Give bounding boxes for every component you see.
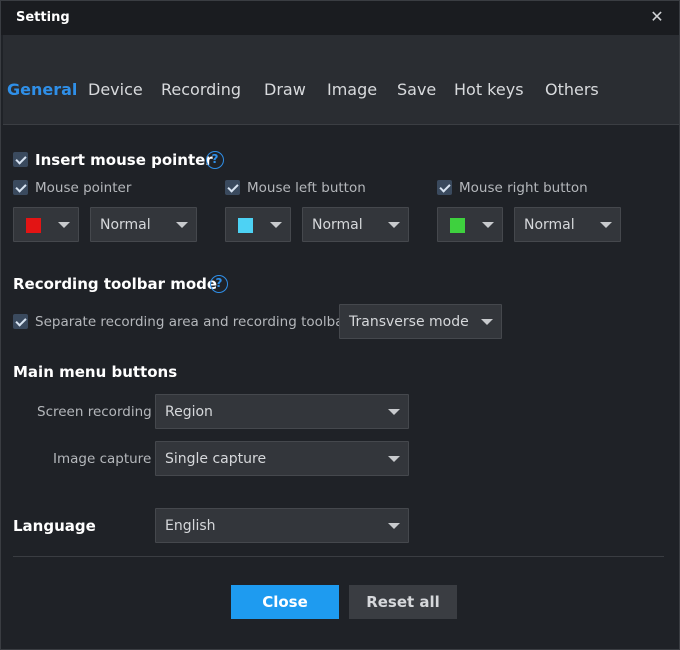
mouse-pointer-mode-dropdown[interactable]: Normal	[90, 207, 197, 242]
chevron-down-icon	[270, 222, 282, 228]
tab-save[interactable]: Save	[397, 80, 436, 99]
tab-general[interactable]: General	[7, 80, 77, 99]
chevron-down-icon	[388, 409, 400, 415]
mouse-left-color-swatch	[238, 218, 253, 233]
tab-others[interactable]: Others	[545, 80, 599, 99]
tab-image[interactable]: Image	[327, 80, 377, 99]
divider	[13, 556, 664, 557]
image-capture-label: Image capture	[53, 451, 152, 467]
recording-toolbar-mode-title: Recording toolbar mode	[13, 275, 218, 293]
mouse-pointer-color-swatch	[26, 218, 41, 233]
tab-draw[interactable]: Draw	[264, 80, 306, 99]
screen-recording-dropdown[interactable]: Region	[155, 394, 409, 429]
chevron-down-icon	[388, 523, 400, 529]
close-icon[interactable]: ✕	[647, 7, 667, 27]
language-value: English	[165, 518, 216, 534]
mouse-right-button-label: Mouse right button	[459, 180, 588, 196]
mouse-pointer-label: Mouse pointer	[35, 180, 132, 196]
insert-mouse-pointer-checkbox[interactable]	[13, 152, 28, 167]
recording-toolbar-help-icon[interactable]: ?	[210, 275, 228, 293]
mouse-pointer-color-dropdown[interactable]	[13, 207, 79, 242]
mouse-left-button-checkbox[interactable]	[225, 180, 240, 195]
mouse-right-mode-dropdown[interactable]: Normal	[514, 207, 621, 242]
reset-all-button[interactable]: Reset all	[349, 585, 457, 619]
toolbar-mode-value: Transverse mode	[349, 314, 469, 330]
close-button[interactable]: Close	[231, 585, 339, 619]
image-capture-dropdown[interactable]: Single capture	[155, 441, 409, 476]
chevron-down-icon	[388, 222, 400, 228]
mouse-right-color-dropdown[interactable]	[437, 207, 503, 242]
tab-bar: General Device Recording Draw Image Save…	[3, 35, 679, 125]
chevron-down-icon	[482, 222, 494, 228]
mouse-pointer-checkbox[interactable]	[13, 180, 28, 195]
settings-window: Setting ✕ General Device Recording Draw …	[0, 0, 680, 650]
chevron-down-icon	[388, 456, 400, 462]
mouse-left-mode-dropdown[interactable]: Normal	[302, 207, 409, 242]
insert-mouse-pointer-title: Insert mouse pointer	[35, 151, 213, 169]
mouse-right-mode-value: Normal	[524, 217, 575, 233]
window-title: Setting	[16, 10, 70, 25]
main-menu-buttons-title: Main menu buttons	[13, 363, 178, 381]
title-bar: Setting ✕	[1, 1, 679, 35]
chevron-down-icon	[600, 222, 612, 228]
image-capture-value: Single capture	[165, 451, 267, 467]
tab-recording[interactable]: Recording	[161, 80, 241, 99]
screen-recording-value: Region	[165, 404, 213, 420]
tab-device[interactable]: Device	[88, 80, 143, 99]
separate-recording-checkbox[interactable]	[13, 314, 28, 329]
tab-hot-keys[interactable]: Hot keys	[454, 80, 524, 99]
mouse-right-button-checkbox[interactable]	[437, 180, 452, 195]
separate-recording-label: Separate recording area and recording to…	[35, 314, 350, 330]
language-title: Language	[13, 517, 96, 535]
mouse-pointer-mode-value: Normal	[100, 217, 151, 233]
mouse-left-mode-value: Normal	[312, 217, 363, 233]
chevron-down-icon	[176, 222, 188, 228]
screen-recording-label: Screen recording	[37, 404, 152, 420]
mouse-left-color-dropdown[interactable]	[225, 207, 291, 242]
mouse-left-button-label: Mouse left button	[247, 180, 366, 196]
insert-mouse-pointer-help-icon[interactable]: ?	[206, 151, 224, 169]
mouse-right-color-swatch	[450, 218, 465, 233]
chevron-down-icon	[481, 319, 493, 325]
chevron-down-icon	[58, 222, 70, 228]
language-dropdown[interactable]: English	[155, 508, 409, 543]
toolbar-mode-dropdown[interactable]: Transverse mode	[339, 304, 502, 339]
